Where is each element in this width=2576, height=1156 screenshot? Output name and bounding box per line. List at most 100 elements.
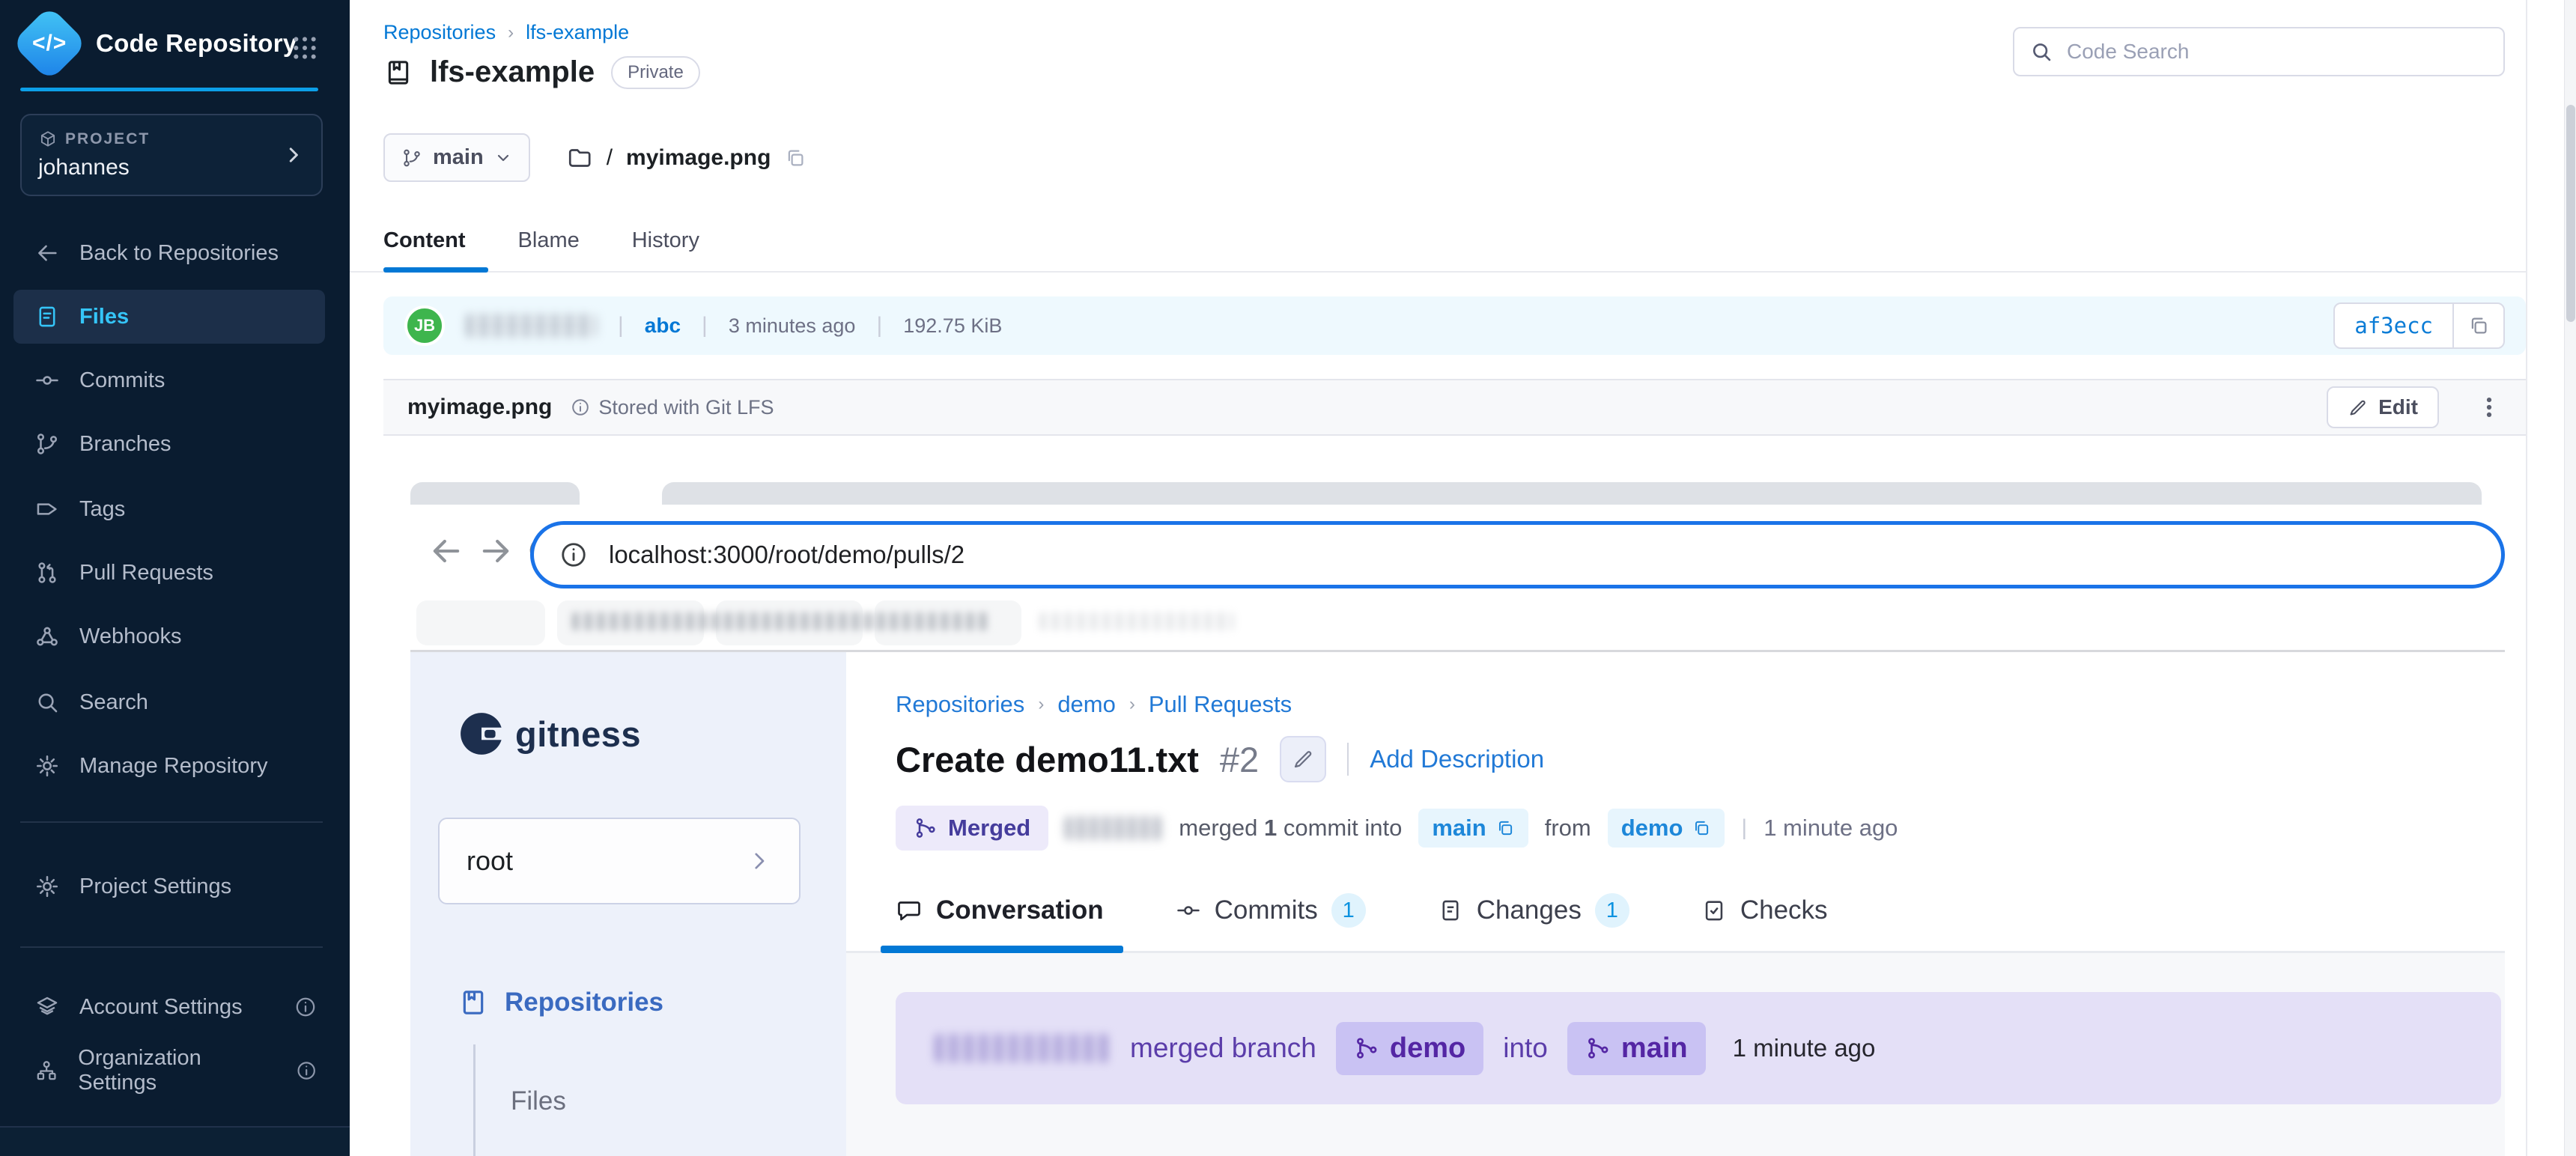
pr-tab-checks[interactable]: Checks <box>1701 895 1828 925</box>
commit-message-link[interactable]: abc <box>645 314 681 338</box>
project-selector[interactable]: PROJECT johannes <box>20 114 323 196</box>
sidebar-item-label: Organization Settings <box>78 1046 275 1095</box>
pr-tab-changes[interactable]: Changes 1 <box>1438 893 1629 928</box>
pr-number: #2 <box>1220 739 1259 780</box>
gitness-nav-repositories[interactable]: Repositories <box>458 988 663 1017</box>
merged-status-badge: Merged <box>896 806 1048 851</box>
project-label: PROJECT <box>65 130 150 148</box>
separator: | <box>702 313 708 338</box>
avatar[interactable]: JB <box>404 305 445 346</box>
separator: | <box>618 313 624 338</box>
screen: </> Code Repository PROJECT johannes <box>0 0 2576 1156</box>
brand: </> Code Repository <box>22 16 297 70</box>
scrollbar-thumb[interactable] <box>2566 105 2575 322</box>
info-icon <box>295 1059 318 1083</box>
file-icon <box>34 304 60 329</box>
code-search-input[interactable] <box>2067 40 2488 64</box>
sidebar-item-organization-settings[interactable]: Organization Settings <box>13 1044 325 1098</box>
folder-icon[interactable] <box>566 144 593 171</box>
sidebar-item-label: Pull Requests <box>79 561 213 585</box>
arrow-left-icon <box>34 240 60 266</box>
pr-tab-commits[interactable]: Commits 1 <box>1176 893 1366 928</box>
active-tab-underline <box>383 267 488 273</box>
commit-sha[interactable]: af3ecc <box>2335 304 2452 347</box>
activity-target-branch-chip[interactable]: main <box>1567 1022 1706 1075</box>
sidebar-item-label: Branches <box>79 432 171 457</box>
sidebar-item-label: Files <box>79 305 129 329</box>
repository-book-icon <box>458 988 488 1017</box>
file-size: 192.75 KiB <box>903 314 1002 338</box>
repo-title-row: lfs-example Private <box>383 55 700 89</box>
org-gear-icon <box>34 1058 58 1083</box>
path-separator: / <box>607 145 613 171</box>
git-merge-icon <box>914 816 938 840</box>
browser-tab-fragment <box>662 482 2482 505</box>
sidebar-item-label: Search <box>79 690 148 715</box>
tab-content[interactable]: Content <box>383 228 466 273</box>
search-icon <box>34 690 60 715</box>
copy-sha-button[interactable] <box>2452 304 2503 347</box>
sidebar-item-webhooks[interactable]: Webhooks <box>13 609 325 663</box>
gitness-main: Repositories › demo › Pull Requests Crea… <box>846 652 2505 1156</box>
source-branch-chip[interactable]: demo <box>1608 809 1725 848</box>
sidebar-item-manage-repository[interactable]: Manage Repository <box>13 739 325 793</box>
product-title: Code Repository <box>96 29 297 58</box>
branch-icon <box>34 431 60 457</box>
tag-icon <box>34 496 60 522</box>
edit-button[interactable]: Edit <box>2327 386 2439 428</box>
sidebar-back-to-repositories[interactable]: Back to Repositories <box>13 226 325 280</box>
copy-icon[interactable] <box>784 147 806 169</box>
sidebar: </> Code Repository PROJECT johannes <box>0 0 350 1156</box>
branch-name: main <box>433 145 484 170</box>
gitness-nav-indent-line <box>473 1044 476 1156</box>
file-preview-image: localhost:3000/root/demo/pulls/2 gitness <box>410 452 2505 1156</box>
activity-source-branch-chip[interactable]: demo <box>1336 1022 1483 1075</box>
gitness-scope-selector[interactable]: root <box>438 818 801 904</box>
gitness-breadcrumb-demo[interactable]: demo <box>1057 691 1116 718</box>
sidebar-item-commits[interactable]: Commits <box>13 353 325 407</box>
gitness-breadcrumb: Repositories › demo › Pull Requests <box>896 691 1292 718</box>
pr-status-row: Merged merged 1 commit into main from de… <box>896 806 1898 851</box>
checklist-icon <box>1701 898 1727 923</box>
copy-icon <box>1692 818 1711 838</box>
breadcrumb-repositories[interactable]: Repositories <box>383 21 496 44</box>
gitness-nav-files[interactable]: Files <box>511 1086 566 1116</box>
separator: | <box>876 313 882 338</box>
breadcrumb-repo[interactable]: lfs-example <box>526 21 629 44</box>
sidebar-item-project-settings[interactable]: Project Settings <box>13 860 325 913</box>
sidebar-item-pull-requests[interactable]: Pull Requests <box>13 546 325 600</box>
copy-icon <box>2467 314 2490 337</box>
tab-history[interactable]: History <box>632 228 699 273</box>
branch-selector[interactable]: main <box>383 133 530 182</box>
gitness-breadcrumb-pull-requests[interactable]: Pull Requests <box>1149 691 1292 718</box>
code-search-box <box>2013 27 2505 76</box>
chevron-right-icon <box>747 848 772 874</box>
sidebar-item-label: Manage Repository <box>79 754 267 779</box>
sidebar-item-label: Account Settings <box>79 995 243 1020</box>
pr-active-tab-underline <box>881 946 1123 953</box>
latest-commit-bar: JB | abc | 3 minutes ago | 192.75 KiB af… <box>383 296 2526 355</box>
target-branch-chip[interactable]: main <box>1418 809 1528 848</box>
app-grid-icon[interactable] <box>290 33 320 63</box>
sidebar-item-branches[interactable]: Branches <box>13 417 325 471</box>
page-scrollbar[interactable] <box>2564 0 2576 1156</box>
main-content: Repositories › lfs-example lfs-example P… <box>350 0 2576 1156</box>
activity-time: 1 minute ago <box>1733 1034 1876 1062</box>
sidebar-item-files[interactable]: Files <box>13 290 325 344</box>
tab-blame[interactable]: Blame <box>518 228 580 273</box>
add-description-link[interactable]: Add Description <box>1370 745 1544 773</box>
pr-title-edit-button[interactable] <box>1280 736 1326 782</box>
browser-url: localhost:3000/root/demo/pulls/2 <box>609 541 965 569</box>
kebab-menu-icon[interactable] <box>2476 395 2502 420</box>
sidebar-item-tags[interactable]: Tags <box>13 482 325 536</box>
divider <box>1347 743 1349 776</box>
redacted-author-blur <box>466 314 597 338</box>
sidebar-item-search[interactable]: Search <box>13 675 325 729</box>
gitness-logo: gitness <box>458 711 641 757</box>
chat-bubble-icon <box>896 897 923 924</box>
gitness-breadcrumb-repositories[interactable]: Repositories <box>896 691 1024 718</box>
info-icon <box>570 397 591 418</box>
sidebar-item-account-settings[interactable]: Account Settings <box>13 980 325 1034</box>
pr-merged-time: 1 minute ago <box>1764 815 1898 842</box>
pr-tab-conversation[interactable]: Conversation <box>896 895 1104 925</box>
